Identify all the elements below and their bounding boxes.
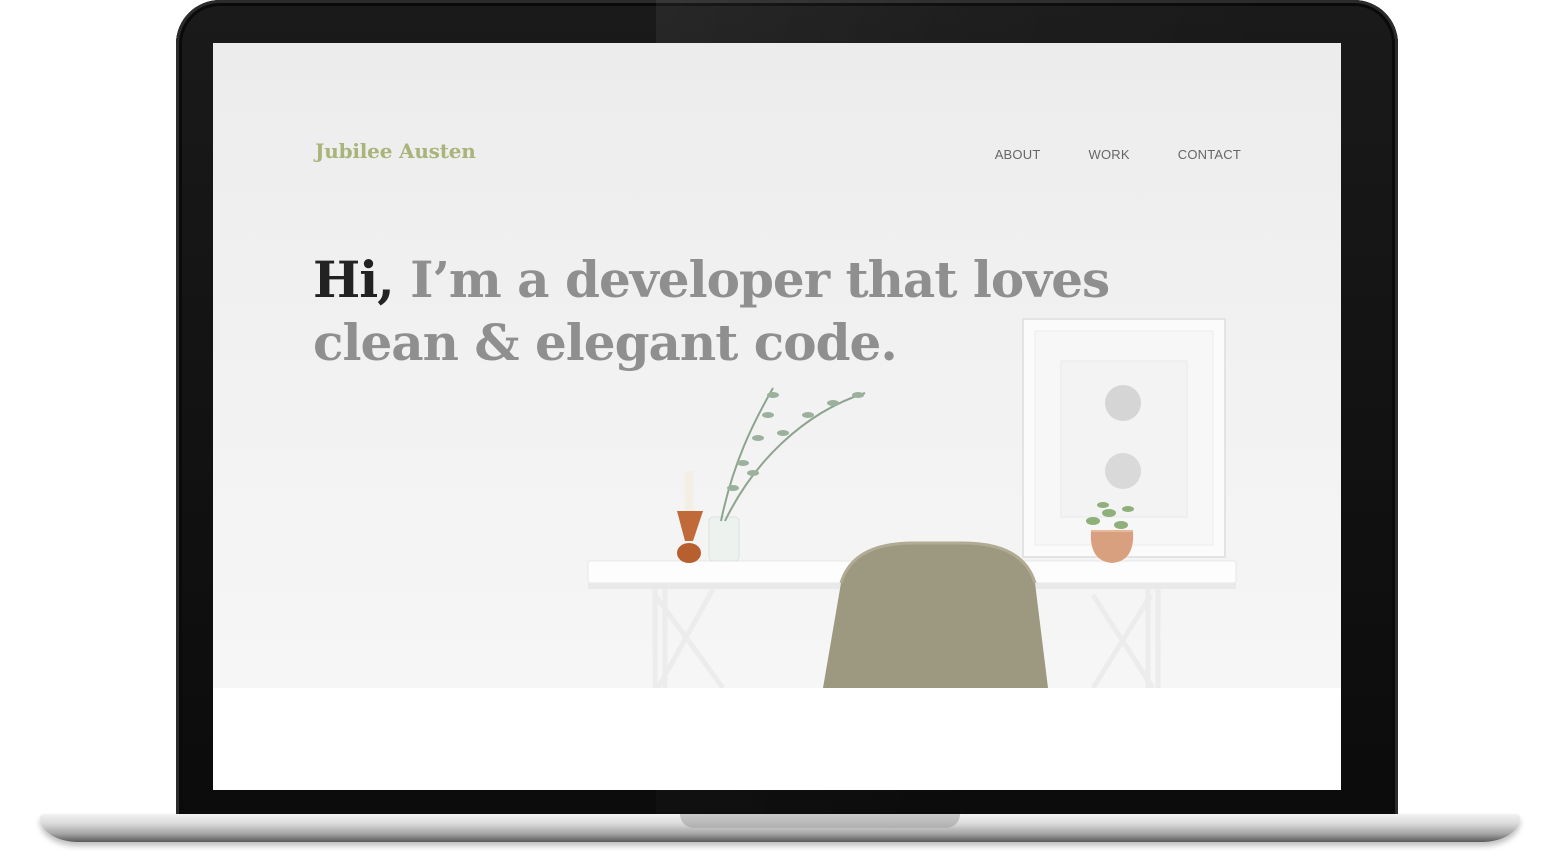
nav-work-link[interactable]: WORK bbox=[1088, 147, 1129, 162]
hero-headline: Hi, I’m a developer that loves clean & e… bbox=[313, 248, 1133, 374]
hero-headline-rest: I’m a developer that loves clean & elega… bbox=[313, 250, 1110, 372]
nav-about-link[interactable]: ABOUT bbox=[995, 147, 1041, 162]
hero-section: Jubilee Austen ABOUT WORK CONTACT Hi, I’… bbox=[213, 43, 1341, 688]
laptop-base-notch bbox=[680, 814, 960, 828]
site-logo[interactable]: Jubilee Austen bbox=[315, 139, 476, 163]
below-fold-section bbox=[213, 688, 1341, 790]
laptop-mockup: Jubilee Austen ABOUT WORK CONTACT Hi, I’… bbox=[0, 0, 1555, 868]
hero-greeting: Hi, bbox=[313, 250, 395, 309]
nav-contact-link[interactable]: CONTACT bbox=[1178, 147, 1241, 162]
candle-holder bbox=[677, 471, 703, 563]
main-nav: ABOUT WORK CONTACT bbox=[947, 147, 1241, 162]
chair bbox=[823, 541, 1048, 688]
plant-jar bbox=[708, 387, 866, 562]
laptop-base bbox=[40, 814, 1520, 842]
laptop-screen: Jubilee Austen ABOUT WORK CONTACT Hi, I’… bbox=[213, 43, 1341, 790]
